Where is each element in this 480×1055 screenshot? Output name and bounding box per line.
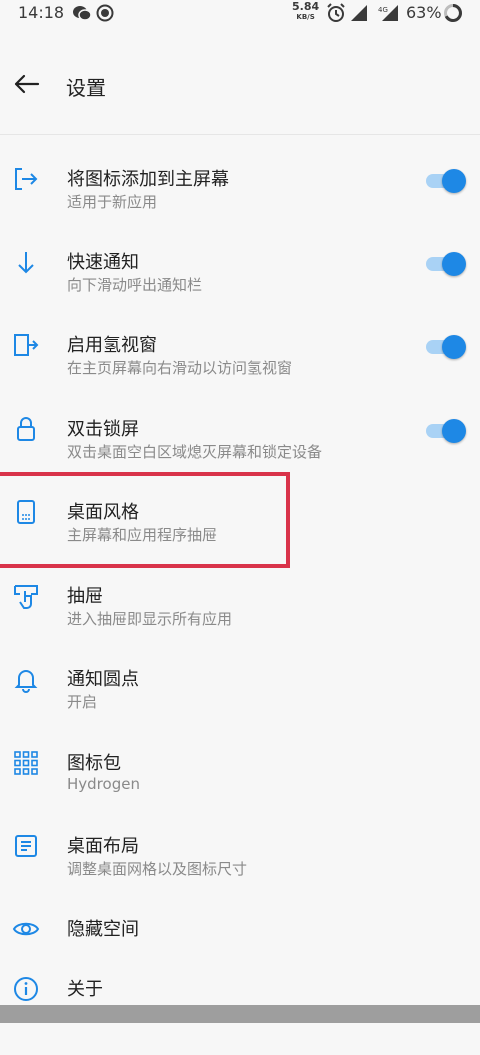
setting-desktop-layout[interactable]: 桌面布局 调整桌面网格以及图标尺寸 <box>0 832 480 912</box>
setting-label: 桌面布局 <box>67 836 139 857</box>
setting-description: 双击桌面空白区域熄灭屏幕和锁定设备 <box>67 443 323 461</box>
highlight-box <box>0 472 290 568</box>
setting-icon-pack[interactable]: 图标包 Hydrogen <box>0 749 480 829</box>
setting-description: 调整桌面网格以及图标尺寸 <box>67 860 248 878</box>
wechat-icon <box>72 5 92 25</box>
setting-description: 进入抽屉即显示所有应用 <box>67 610 233 628</box>
setting-label: 通知圆点 <box>67 669 139 690</box>
eye-icon <box>12 915 40 943</box>
arrow-down-icon <box>12 248 40 276</box>
setting-description: 开启 <box>67 693 98 711</box>
setting-label: 快速通知 <box>67 252 139 273</box>
quick-notification-toggle[interactable] <box>424 251 468 277</box>
shelf-toggle[interactable] <box>424 334 468 360</box>
setting-description: 向下滑动呼出通知栏 <box>67 276 203 294</box>
lock-icon <box>12 415 40 443</box>
setting-label: 启用氢视窗 <box>67 335 157 356</box>
add-icon-toggle[interactable] <box>424 168 468 194</box>
setting-label: 关于 <box>67 979 103 1000</box>
drawer-swipe-icon <box>12 582 40 610</box>
net-speed: 5.84 KB/S <box>292 0 320 22</box>
setting-label: 图标包 <box>67 753 121 774</box>
info-icon <box>12 975 40 1003</box>
double-tap-lock-toggle[interactable] <box>424 418 468 444</box>
setting-description: 在主页屏幕向右滑动以访问氢视窗 <box>67 359 293 377</box>
navigation-bar <box>0 1005 480 1023</box>
status-bar: 14:18 5.84 KB/S 4G 63% <box>0 0 480 26</box>
bell-icon <box>12 665 40 693</box>
layout-icon <box>12 832 40 860</box>
setting-description: Hydrogen <box>67 775 140 793</box>
setting-label: 抽屉 <box>67 586 103 607</box>
setting-drawer[interactable]: 抽屉 进入抽屉即显示所有应用 <box>0 582 480 662</box>
setting-label: 双击锁屏 <box>67 419 139 440</box>
setting-notification-dots[interactable]: 通知圆点 开启 <box>0 665 480 745</box>
setting-quick-notification[interactable]: 快速通知 向下滑动呼出通知栏 <box>0 248 480 328</box>
signal-4g-label: 4G <box>378 6 388 14</box>
record-icon <box>96 4 114 26</box>
page-title: 设置 <box>66 76 106 100</box>
battery-percent: 63% <box>406 3 442 22</box>
setting-description: 适用于新应用 <box>67 193 158 211</box>
signal-icon <box>350 4 368 26</box>
grid-icon <box>12 749 40 777</box>
setting-label: 隐藏空间 <box>67 919 139 940</box>
header-divider <box>0 134 480 135</box>
signal-4g-icon: 4G <box>378 4 400 26</box>
back-arrow-icon[interactable] <box>12 70 42 98</box>
status-time: 14:18 <box>18 3 65 22</box>
setting-shelf[interactable]: 启用氢视窗 在主页屏幕向右滑动以访问氢视窗 <box>0 331 480 411</box>
setting-add-icon-to-home[interactable]: 将图标添加到主屏幕 适用于新应用 <box>0 165 480 245</box>
battery-icon <box>443 3 463 27</box>
setting-label: 将图标添加到主屏幕 <box>67 169 229 190</box>
net-speed-value: 5.84 <box>292 0 320 13</box>
add-to-home-icon <box>12 165 40 193</box>
app-bar: 设置 <box>0 50 480 120</box>
net-speed-unit: KB/S <box>296 13 315 21</box>
shelf-icon <box>12 331 40 359</box>
alarm-icon <box>326 3 346 27</box>
